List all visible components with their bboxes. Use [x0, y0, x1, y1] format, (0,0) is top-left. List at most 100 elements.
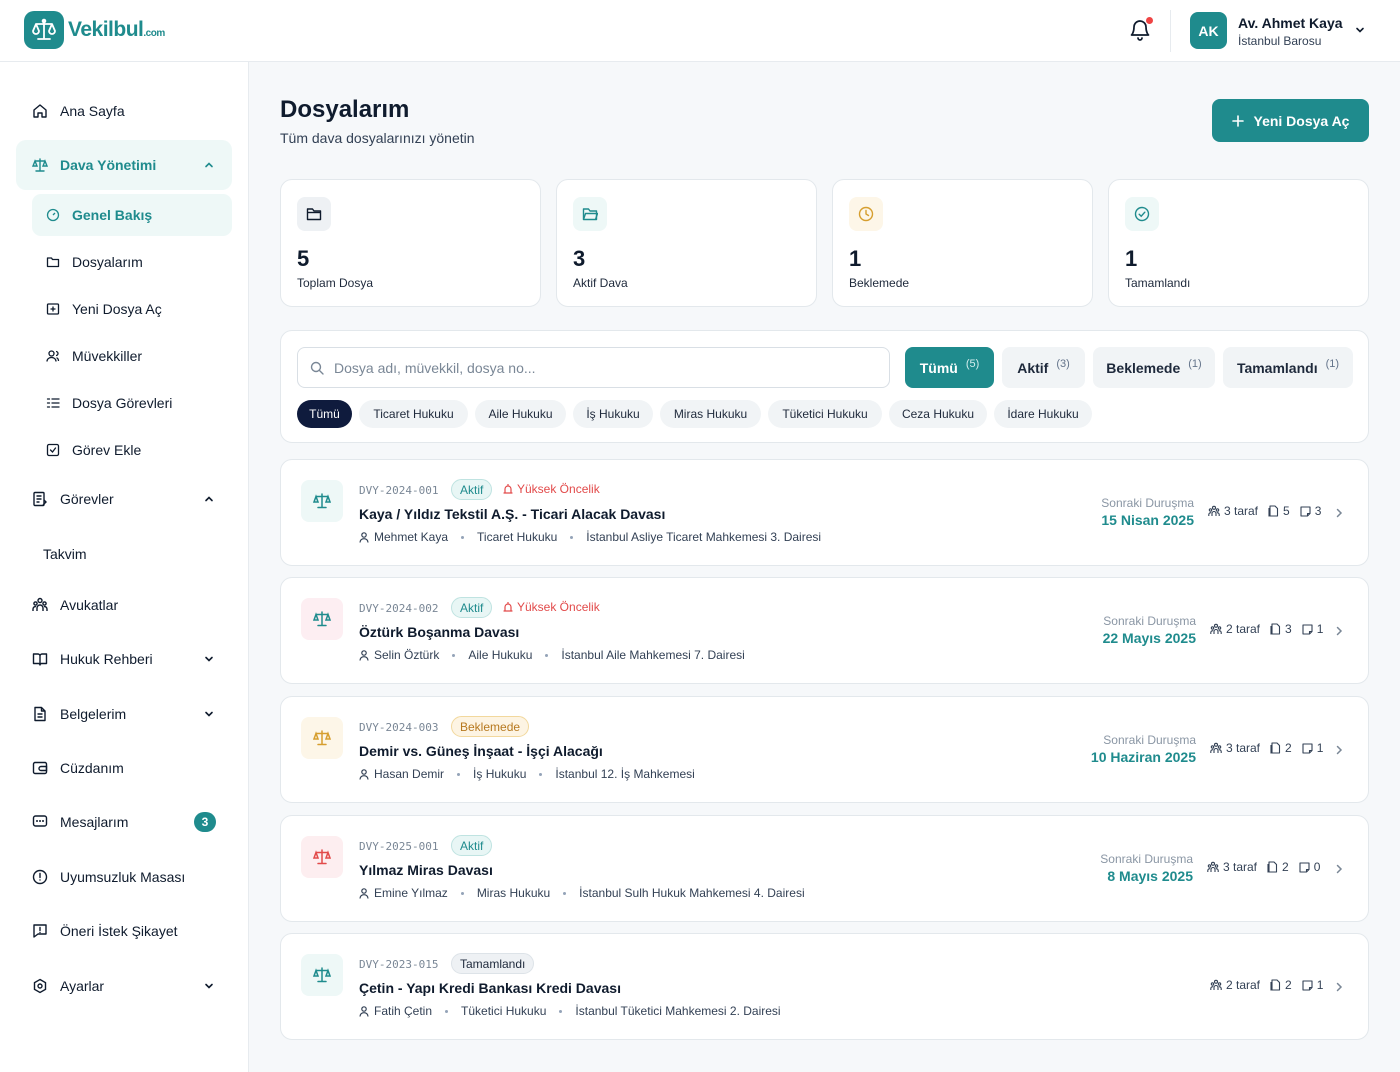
sidebar-item-dispute-desk[interactable]: Uyumsuzluk Masası: [16, 854, 232, 900]
sidebar-subitem-label: Dosya Görevleri: [72, 395, 173, 411]
sidebar-item-calendar[interactable]: Takvim: [16, 531, 232, 577]
people-icon: [1210, 623, 1222, 635]
top-header: Vekilbul.com AK Av. Ahmet Kaya İstanbul …: [0, 0, 1400, 62]
sidebar-item-lawyers[interactable]: Avukatlar: [16, 582, 232, 628]
sidebar-item-messages[interactable]: Mesajlarım 3: [16, 799, 232, 845]
tab-pending[interactable]: Beklemede (1): [1093, 347, 1215, 388]
sidebar-item-label: Öneri İstek Şikayet: [60, 923, 178, 939]
person-icon: [359, 649, 369, 661]
brand-name: Vekilbul.com: [68, 18, 165, 41]
sidebar-item-label: Dava Yönetimi: [60, 157, 157, 173]
case-title[interactable]: Öztürk Boşanma Davası: [359, 624, 519, 640]
case-row[interactable]: DVY-2024-002 Aktif Yüksek Öncelik Öztürk…: [280, 577, 1369, 684]
new-file-button[interactable]: Yeni Dosya Aç: [1212, 99, 1369, 142]
sidebar-item-settings[interactable]: Ayarlar: [16, 963, 232, 1009]
tab-count: (1): [1325, 357, 1340, 370]
separator-dot: [461, 535, 465, 539]
folder-plus-icon: [46, 302, 60, 316]
person-icon: [359, 531, 369, 543]
separator-dot: [460, 891, 464, 895]
search-input[interactable]: [334, 359, 874, 376]
alert-icon: [32, 869, 48, 885]
stat-label: Beklemede: [849, 276, 910, 290]
case-status-badge: Aktif: [451, 835, 493, 856]
chevron-right-icon[interactable]: [1333, 506, 1345, 520]
sidebar-item-home[interactable]: Ana Sayfa: [16, 88, 232, 134]
chip-criminal-law[interactable]: Ceza Hukuku: [889, 400, 987, 428]
user-name[interactable]: Av. Ahmet Kaya: [1238, 15, 1343, 31]
folder-icon: [297, 197, 331, 231]
separator-dot: [563, 891, 567, 895]
chip-inheritance-law[interactable]: Miras Hukuku: [660, 400, 761, 428]
note-icon: [1302, 979, 1313, 991]
case-client: Emine Yılmaz: [374, 886, 448, 900]
sidebar-item-documents[interactable]: Belgelerim: [16, 691, 232, 737]
tab-all[interactable]: Tümü (5): [905, 347, 994, 388]
sidebar-subitem-my-files[interactable]: Dosyalarım: [32, 241, 232, 283]
wallet-icon: [32, 760, 48, 776]
chip-commercial-law[interactable]: Ticaret Hukuku: [359, 400, 468, 428]
page-subtitle: Tüm dava dosyalarınızı yönetin: [280, 130, 475, 146]
user-avatar[interactable]: AK: [1190, 12, 1227, 49]
case-title[interactable]: Kaya / Yıldız Tekstil A.Ş. - Ticari Alac…: [359, 506, 665, 522]
case-counts: 2 taraf 3 1: [1210, 622, 1323, 636]
case-meta: Selin Öztürk Aile Hukuku İstanbul Aile M…: [359, 648, 745, 662]
case-title[interactable]: Çetin - Yapı Kredi Bankası Kredi Davası: [359, 980, 621, 996]
brand-logo[interactable]: Vekilbul.com: [24, 11, 165, 49]
case-counts: 3 taraf 2 1: [1210, 741, 1323, 755]
scale-icon: [301, 954, 343, 996]
document-count: 3: [1285, 622, 1292, 636]
case-area: Miras Hukuku: [476, 886, 551, 900]
task-icon: [32, 491, 48, 507]
note-count: 1: [1316, 622, 1324, 636]
next-hearing-label: Sonraki Duruşma: [1100, 852, 1193, 866]
document-count: 2: [1282, 860, 1289, 874]
tab-count: (3): [1056, 357, 1070, 370]
case-title[interactable]: Demir vs. Güneş İnşaat - İşçi Alacağı: [359, 743, 603, 759]
people-icon: [1210, 742, 1222, 754]
chevron-down-icon[interactable]: [1354, 24, 1366, 36]
chip-administrative-law[interactable]: İdare Hukuku: [994, 400, 1092, 428]
sidebar-subitem-new-file[interactable]: Yeni Dosya Aç: [32, 288, 232, 330]
note-icon: [1302, 623, 1313, 635]
case-row[interactable]: DVY-2024-001 Aktif Yüksek Öncelik Kaya /…: [280, 459, 1369, 566]
scale-icon: [301, 836, 343, 878]
case-court: İstanbul Tüketici Mahkemesi 2. Dairesi: [575, 1004, 781, 1018]
case-row[interactable]: DVY-2024-003 Beklemede Demir vs. Güneş İ…: [280, 696, 1369, 803]
party-count: 3 taraf: [1226, 741, 1261, 755]
chevron-right-icon[interactable]: [1333, 862, 1345, 876]
chevron-right-icon[interactable]: [1333, 980, 1345, 994]
document-icon: [1268, 505, 1279, 517]
header-divider: [1170, 10, 1171, 52]
chip-labor-law[interactable]: İş Hukuku: [573, 400, 653, 428]
case-title[interactable]: Yılmaz Miras Davası: [359, 862, 493, 878]
chevron-right-icon[interactable]: [1333, 624, 1345, 638]
sidebar-item-tasks[interactable]: Görevler: [16, 476, 232, 522]
people-icon: [1207, 861, 1219, 873]
case-row[interactable]: DVY-2025-001 Aktif Yılmaz Miras Davası E…: [280, 815, 1369, 922]
sidebar-item-wallet[interactable]: Cüzdanım: [16, 745, 232, 791]
case-status-badge: Beklemede: [451, 716, 530, 737]
chip-family-law[interactable]: Aile Hukuku: [475, 400, 566, 428]
person-icon: [359, 1005, 369, 1017]
sidebar-subitem-clients[interactable]: Müvekkiller: [32, 335, 232, 377]
stat-card-total: 5 Toplam Dosya: [280, 179, 541, 307]
sidebar-subitem-file-tasks[interactable]: Dosya Görevleri: [32, 382, 232, 424]
sidebar-item-case-management[interactable]: Dava Yönetimi: [16, 140, 232, 190]
chevron-right-icon[interactable]: [1333, 743, 1345, 757]
tab-active[interactable]: Aktif (3): [1002, 347, 1085, 388]
sidebar-item-feedback[interactable]: Öneri İstek Şikayet: [16, 908, 232, 954]
case-row[interactable]: DVY-2023-015 Tamamlandı Çetin - Yapı Kre…: [280, 933, 1369, 1040]
sidebar-item-law-guide[interactable]: Hukuk Rehberi: [16, 636, 232, 682]
chevron-up-icon: [202, 492, 216, 506]
sidebar-subitem-overview[interactable]: Genel Bakış: [32, 194, 232, 236]
sidebar-item-label: Hukuk Rehberi: [60, 651, 153, 667]
note-count: 1: [1316, 741, 1324, 755]
sidebar-subitem-label: Müvekkiller: [72, 348, 143, 364]
tab-completed[interactable]: Tamamlandı (1): [1223, 347, 1353, 388]
new-file-button-label: Yeni Dosya Aç: [1253, 112, 1350, 129]
chip-all[interactable]: Tümü: [297, 400, 352, 428]
chip-consumer-law[interactable]: Tüketici Hukuku: [768, 400, 882, 428]
party-count: 2 taraf: [1226, 622, 1261, 636]
sidebar-subitem-add-task[interactable]: Görev Ekle: [32, 429, 232, 471]
